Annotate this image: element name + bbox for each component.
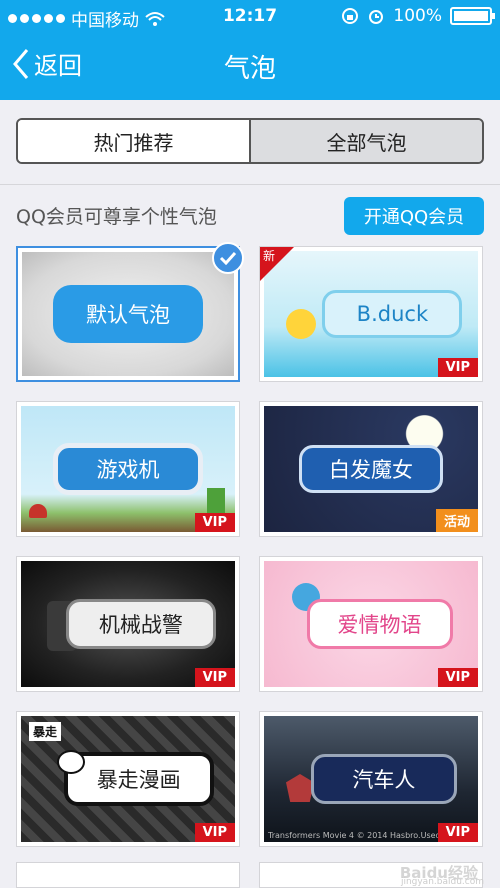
- battery-icon: [450, 7, 495, 25]
- bubble-preview: 汽车人: [310, 754, 457, 804]
- activity-badge: 活动: [435, 509, 478, 532]
- page-title: 气泡: [223, 54, 276, 84]
- nav-bar: 返回 气泡: [0, 34, 500, 100]
- status-right: 100%: [341, 6, 495, 26]
- sticker-label: 暴走: [29, 722, 62, 741]
- segment-control: 热门推荐 全部气泡: [16, 118, 484, 164]
- promo-text: QQ会员可尊享个性气泡: [16, 206, 217, 228]
- bubble-card-default[interactable]: 默认气泡: [16, 242, 244, 382]
- bubble-art: 默认气泡: [22, 252, 234, 376]
- duck-icon: [286, 309, 316, 339]
- watermark-url: jingyan.baidu.com: [400, 877, 484, 887]
- alarm-icon: [369, 10, 384, 24]
- bubble-card-autobot[interactable]: 汽车人 Transformers Movie 4 © 2014 Hasbro.U…: [259, 711, 483, 847]
- status-bar: 中国移动 12:17 100%: [0, 0, 500, 34]
- bubble-preview: 白发魔女: [299, 445, 443, 493]
- bubble-preview: 机械战警: [65, 599, 216, 649]
- bubble-card-rage-comic[interactable]: 暴走 暴走漫画 VIP: [16, 711, 240, 847]
- divider: [0, 184, 500, 185]
- partial-card: [16, 862, 240, 888]
- vip-badge: VIP: [194, 823, 235, 842]
- battery-percent: 100%: [393, 6, 442, 26]
- bubble-preview: 爱情物语: [306, 599, 453, 649]
- bubble-preview: 暴走漫画: [63, 752, 214, 806]
- bubble-card-bduck[interactable]: B.duck 新 VIP: [259, 246, 483, 382]
- vip-badge: VIP: [437, 358, 478, 377]
- bubble-preview: 游戏机: [53, 443, 203, 495]
- bubble-preview: 默认气泡: [53, 285, 203, 343]
- autobot-logo-icon: [286, 774, 314, 802]
- bubble-card-robocop[interactable]: 机械战警 VIP: [16, 556, 240, 692]
- tab-all[interactable]: 全部气泡: [249, 120, 482, 162]
- vip-badge: VIP: [437, 823, 478, 842]
- vip-badge: VIP: [437, 668, 478, 687]
- new-corner-badge: 新: [260, 247, 294, 281]
- vip-badge: VIP: [194, 513, 235, 532]
- top-bar: 中国移动 12:17 100% 返回 气泡: [0, 0, 500, 100]
- bubble-card-love-story[interactable]: 爱情物语 VIP: [259, 556, 483, 692]
- bubble-preview: B.duck: [322, 290, 463, 338]
- bubble-card-white-hair[interactable]: 白发魔女 活动: [259, 401, 483, 537]
- new-badge-label: 新: [263, 249, 276, 263]
- open-vip-button[interactable]: 开通QQ会员: [344, 197, 484, 235]
- vip-badge: VIP: [194, 668, 235, 687]
- footer-strip: Baidu经验 jingyan.baidu.com: [0, 862, 500, 888]
- tab-hot[interactable]: 热门推荐: [18, 120, 249, 162]
- selected-check-icon: [212, 242, 244, 274]
- mushroom-icon: [29, 504, 47, 518]
- battery-fill: [454, 11, 488, 21]
- rage-face-icon: [57, 750, 85, 774]
- bubble-card-gameboy[interactable]: 游戏机 VIP: [16, 401, 240, 537]
- rotation-lock-icon: [342, 8, 359, 24]
